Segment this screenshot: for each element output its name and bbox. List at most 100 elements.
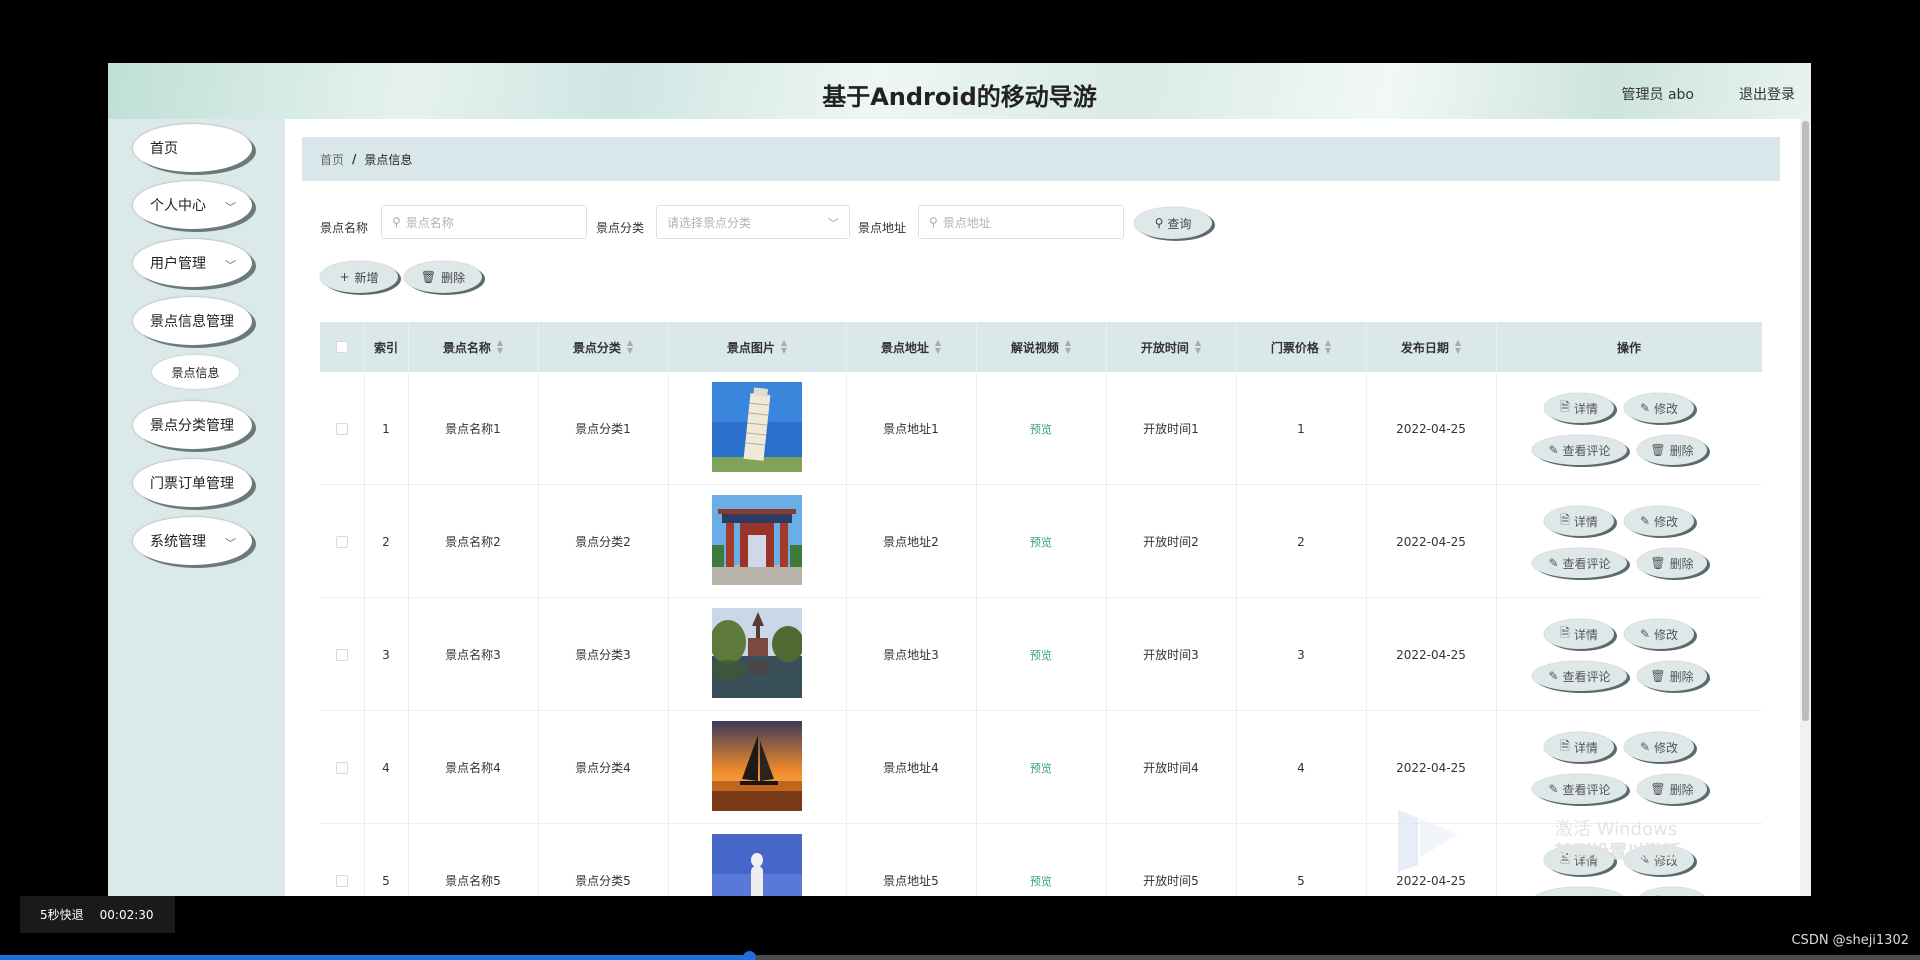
select-all-checkbox[interactable] — [336, 341, 348, 353]
edit-icon: ✎ — [1639, 740, 1651, 754]
sidebar-item-profile[interactable]: 个人中心 ﹀ — [133, 181, 252, 229]
row-select-cell — [320, 711, 364, 824]
sidebar-item-users[interactable]: 用户管理 ﹀ — [133, 239, 252, 287]
view-reviews-button[interactable]: ✎查看评论 — [1532, 887, 1627, 896]
view-reviews-button[interactable]: ✎查看评论 — [1532, 661, 1627, 691]
view-reviews-button-label: 查看评论 — [1562, 782, 1611, 797]
breadcrumb-home[interactable]: 首页 — [320, 151, 344, 168]
bulk-delete-button[interactable]: 🗑 删除 — [404, 261, 482, 293]
edit-button[interactable]: ✎ 修改 — [1624, 732, 1694, 762]
logout-link[interactable]: 退出登录 — [1739, 84, 1795, 104]
chevron-down-icon: ﹀ — [225, 537, 236, 550]
edit-button-label: 修改 — [1654, 627, 1679, 642]
detail-button[interactable]: 🗎 详情 — [1544, 619, 1614, 649]
row-delete-button[interactable]: 🗑删除 — [1637, 887, 1707, 896]
column-header[interactable]: 景点图片 ▲ ▼ — [668, 322, 846, 372]
sort-icon[interactable]: ▲ ▼ — [1195, 339, 1201, 355]
row-checkbox[interactable] — [336, 874, 348, 887]
row-delete-button[interactable]: 🗑删除 — [1637, 548, 1707, 578]
attraction-image-chinese-gate[interactable] — [712, 495, 802, 588]
row-delete-button-label: 删除 — [1669, 669, 1694, 684]
row-checkbox[interactable] — [336, 422, 348, 435]
breadcrumb-current: 景点信息 — [364, 152, 413, 167]
sidebar-item-categories[interactable]: 景点分类管理 — [133, 401, 252, 449]
document-icon: 🗎 — [1560, 399, 1570, 414]
edit-button[interactable]: ✎ 修改 — [1624, 393, 1694, 423]
column-header[interactable]: 景点地址 ▲ ▼ — [846, 322, 976, 372]
sort-icon[interactable]: ▲ ▼ — [1065, 339, 1071, 355]
search-icon: ⚲ — [1154, 216, 1164, 230]
sidebar-subitem-attraction-info[interactable]: 景点信息 — [152, 355, 239, 389]
sort-icon[interactable]: ▲ ▼ — [1455, 339, 1461, 355]
cell-video: 预览 — [976, 824, 1106, 896]
view-reviews-button[interactable]: ✎查看评论 — [1532, 435, 1627, 465]
edit-button[interactable]: ✎ 修改 — [1624, 619, 1694, 649]
player-skip-overlay[interactable]: 5秒快退 00:02:30 — [20, 896, 175, 933]
preview-link[interactable]: 预览 — [1030, 647, 1052, 663]
cell-category: 景点分类2 — [575, 535, 631, 549]
player-progress-handle[interactable] — [742, 951, 756, 960]
sidebar-item-system[interactable]: 系统管理 ﹀ — [133, 517, 252, 565]
row-delete-button[interactable]: 🗑删除 — [1637, 435, 1707, 465]
edit-button[interactable]: ✎ 修改 — [1624, 506, 1694, 536]
column-header[interactable]: 景点名称 ▲ ▼ — [408, 322, 538, 372]
column-header[interactable]: 开放时间 ▲ ▼ — [1106, 322, 1236, 372]
sidebar-item-ticket-orders[interactable]: 门票订单管理 — [133, 459, 252, 507]
row-select-cell — [320, 824, 364, 896]
cell-actions: 🗎详情 ✎修改 ✎查看评论 🗑删除 — [1496, 598, 1762, 711]
add-button[interactable]: + 新增 — [320, 261, 398, 293]
row-checkbox[interactable] — [336, 535, 348, 548]
cell-video: 预览 — [976, 598, 1106, 711]
column-header[interactable]: 门票价格 ▲ ▼ — [1236, 322, 1366, 372]
column-divider — [668, 322, 669, 896]
preview-link[interactable]: 预览 — [1030, 534, 1052, 550]
sort-icon[interactable]: ▲ ▼ — [935, 339, 941, 355]
cell-image — [668, 485, 846, 598]
attraction-image-lake-church[interactable] — [710, 608, 804, 701]
sidebar-item-home[interactable]: 首页 — [133, 124, 252, 172]
filter-category-select[interactable]: 请选择景点分类 ﹀ — [656, 205, 850, 239]
sort-icon[interactable]: ▲ ▼ — [781, 339, 787, 355]
view-reviews-button[interactable]: ✎查看评论 — [1532, 774, 1627, 804]
filter-category-placeholder: 请选择景点分类 — [667, 215, 752, 230]
detail-button[interactable]: 🗎 详情 — [1544, 506, 1614, 536]
cell-image — [668, 598, 846, 711]
row-delete-button[interactable]: 🗑删除 — [1637, 774, 1707, 804]
sidebar-item-attractions[interactable]: 景点信息管理 — [133, 297, 252, 345]
detail-button[interactable]: 🗎 详情 — [1544, 393, 1614, 423]
column-header[interactable]: 景点分类 ▲ ▼ — [538, 322, 668, 372]
scrollbar-thumb[interactable] — [1802, 121, 1809, 721]
preview-link[interactable]: 预览 — [1030, 873, 1052, 889]
cell-open-time: 开放时间4 — [1143, 761, 1199, 775]
cell-open-time: 开放时间2 — [1143, 535, 1199, 549]
document-icon: 🗎 — [1560, 738, 1570, 753]
attraction-image-sunset-sailboat[interactable] — [712, 721, 802, 814]
cell-index: 1 — [382, 421, 390, 436]
sort-icon[interactable]: ▲ ▼ — [1325, 339, 1331, 355]
column-header[interactable]: 解说视频 ▲ ▼ — [976, 322, 1106, 372]
cell-name: 景点名称4 — [445, 761, 501, 775]
filter-name-input[interactable]: ⚲ 景点名称 — [381, 205, 587, 239]
sort-icon[interactable]: ▲ ▼ — [627, 339, 633, 355]
row-delete-button[interactable]: 🗑删除 — [1637, 661, 1707, 691]
player-progress-bar[interactable] — [0, 951, 1920, 960]
column-header[interactable]: 发布日期 ▲ ▼ — [1366, 322, 1496, 372]
table-row: 3 景点名称3 景点分类3 景点地址3 开放时间3 3 2022-04-25 预览 🗎 详情 ✎ 修改… — [320, 598, 1762, 711]
sort-icon[interactable]: ▲ ▼ — [497, 339, 503, 355]
cell-date: 2022-04-25 — [1396, 534, 1466, 549]
query-button[interactable]: ⚲ 查询 — [1134, 207, 1212, 239]
row-checkbox[interactable] — [336, 761, 348, 774]
table-row: 1 景点名称1 景点分类1 景点地址1 开放时间1 1 2022-04-25 预览 🗎 详情 ✎ 修改… — [320, 372, 1762, 485]
preview-link[interactable]: 预览 — [1030, 760, 1052, 776]
attraction-image-white-statue[interactable] — [712, 834, 802, 896]
view-reviews-button[interactable]: ✎查看评论 — [1532, 548, 1627, 578]
filter-address-input[interactable]: ⚲ 景点地址 — [918, 205, 1124, 239]
document-icon: 🗎 — [1560, 512, 1570, 527]
detail-button[interactable]: 🗎 详情 — [1544, 732, 1614, 762]
main-content: 首页 / 景点信息 景点名称 ⚲ 景点名称 景点分类 请选择景点分类 ﹀ 景点地… — [285, 119, 1800, 896]
cell-address: 景点地址1 — [883, 422, 939, 436]
attraction-image-leaning-tower[interactable] — [712, 382, 802, 475]
vertical-scrollbar[interactable] — [1800, 119, 1811, 896]
preview-link[interactable]: 预览 — [1030, 421, 1052, 437]
row-checkbox[interactable] — [336, 648, 348, 661]
